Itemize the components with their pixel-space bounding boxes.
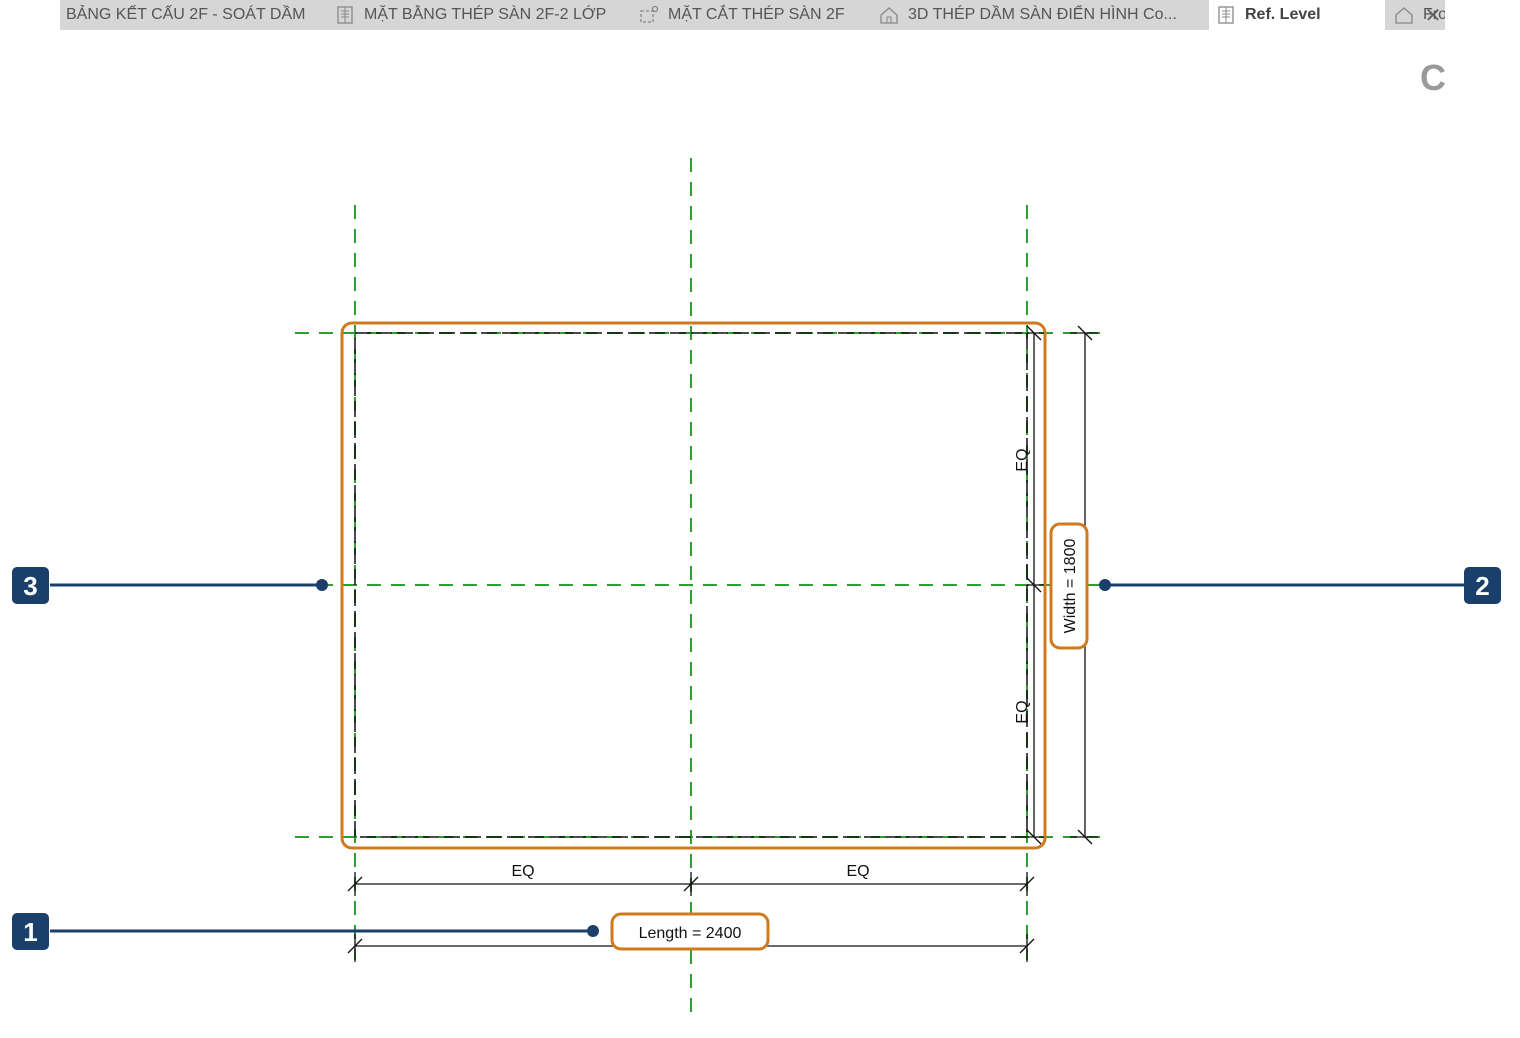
width-label[interactable]: Width = 1800 [1062, 539, 1079, 634]
callout-1-number: 1 [23, 917, 37, 947]
callout-1: 1 [12, 913, 599, 950]
eq-dimension-horizontal[interactable] [347, 872, 1035, 896]
callout-2: 2 [1099, 567, 1501, 604]
eq-label-bottom-left: EQ [511, 863, 534, 880]
eq-label-bottom-right: EQ [846, 863, 869, 880]
callout-3-number: 3 [23, 571, 37, 601]
callout-3: 3 [12, 567, 328, 604]
eq-label-right-bottom: EQ [1014, 700, 1031, 723]
eq-label-right-top: EQ [1014, 448, 1031, 471]
length-label[interactable]: Length = 2400 [639, 925, 742, 942]
eq-dimension-vertical[interactable] [1026, 325, 1044, 845]
drawing-area[interactable]: EQ EQ Length = 2400 EQ EQ Width = 1800 1 [0, 0, 1520, 1038]
callout-2-number: 2 [1475, 571, 1489, 601]
callout-3-dot [316, 579, 328, 591]
callout-2-dot [1099, 579, 1111, 591]
callout-1-dot [587, 925, 599, 937]
